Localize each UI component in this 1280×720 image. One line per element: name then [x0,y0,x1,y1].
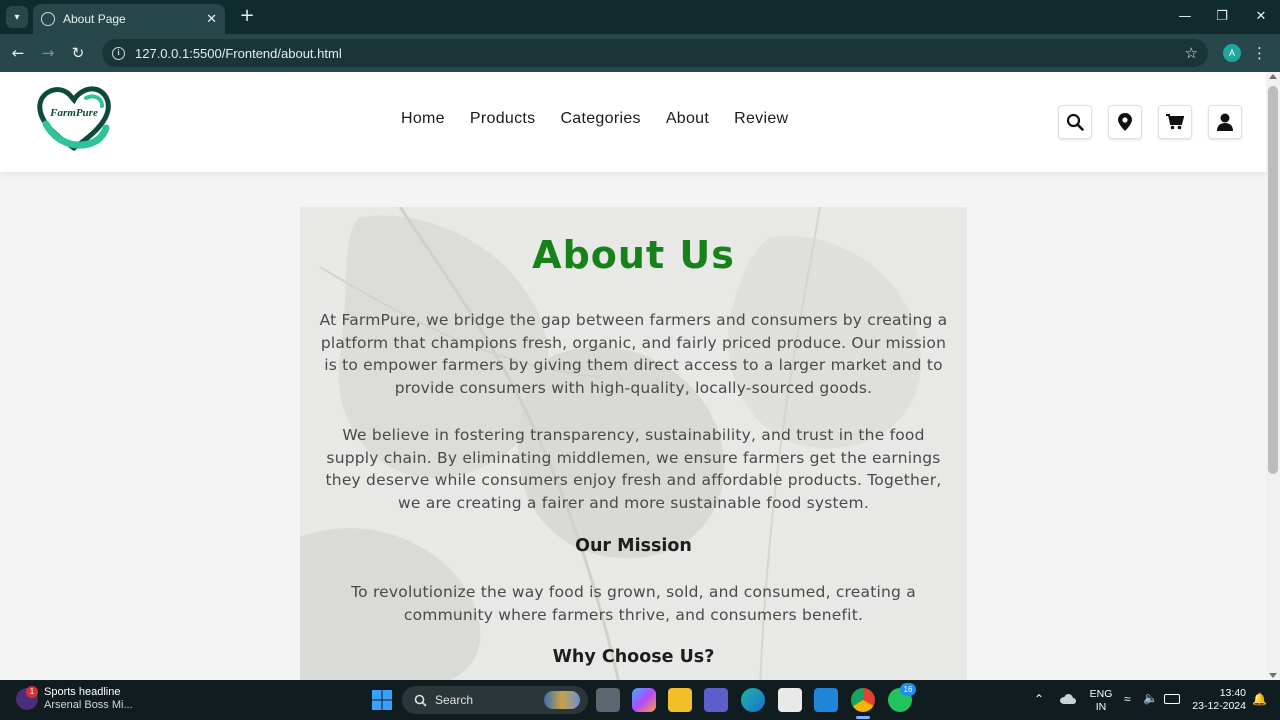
mission-text: To revolutionize the way food is grown, … [351,583,916,624]
news-subtitle: Arsenal Boss Mi... [44,699,133,711]
globe-icon [41,12,55,26]
location-button[interactable] [1108,105,1142,139]
clock[interactable]: 13:40 23-12-2024 [1190,687,1246,720]
news-badge: 1 [26,686,38,698]
profile-avatar[interactable]: A [1223,44,1241,62]
back-button[interactable]: ← [7,42,29,64]
browser-menu-icon[interactable]: ⋮ [1252,42,1267,64]
task-view-icon[interactable] [596,688,620,712]
teams-icon[interactable] [704,688,728,712]
nav-categories[interactable]: Categories [560,110,640,128]
search-highlight-icon [544,691,580,709]
onedrive-icon[interactable] [1060,692,1076,706]
language-indicator[interactable]: ENG IN [1088,688,1114,720]
forward-button[interactable]: → [37,42,59,64]
site-info-icon[interactable]: i [112,46,125,60]
close-window-button[interactable]: ✕ [1248,6,1274,28]
browser-tab-bar: ▾ About Page ✕ + — ❐ ✕ [0,0,1280,34]
scroll-up-arrow-icon[interactable] [1269,74,1277,79]
account-button[interactable] [1208,105,1242,139]
bookmark-star-icon[interactable]: ☆ [1185,44,1198,62]
nav-about[interactable]: About [666,110,709,128]
nav-review[interactable]: Review [734,110,788,128]
search-label: Search [435,693,474,707]
file-explorer-icon[interactable] [668,688,692,712]
windows-taskbar: 1 Sports headline Arsenal Boss Mi... Sea… [0,680,1280,720]
volume-icon[interactable]: 🔈 [1143,691,1158,720]
about-paragraph-2: We believe in fostering transparency, su… [325,426,942,512]
region-code: IN [1095,701,1107,713]
start-button[interactable] [370,688,394,712]
logo-text: FarmPure [50,107,98,119]
chrome-icon[interactable] [851,688,875,712]
search-button[interactable] [1058,105,1092,139]
taskbar-search[interactable]: Search [402,686,588,714]
clock-date: 23-12-2024 [1192,700,1246,712]
tab-search-menu-button[interactable]: ▾ [6,6,28,28]
reload-button[interactable]: ↻ [67,42,89,64]
site-header: FarmPure Home Products Categories About … [0,72,1266,172]
news-icon: 1 [16,686,38,710]
location-pin-icon [1118,113,1132,131]
browser-toolbar: ← → ↻ i 127.0.0.1:5500/Frontend/about.ht… [0,34,1280,72]
show-hidden-icons[interactable]: ⌃ [1034,692,1044,708]
about-section: About Us At FarmPure, we bridge the gap … [300,207,967,680]
new-tab-button[interactable]: + [236,6,258,28]
vscode-icon[interactable] [814,688,838,712]
close-tab-icon[interactable]: ✕ [206,12,217,27]
search-icon [414,694,427,707]
copilot-icon[interactable] [632,688,656,712]
farmpure-logo[interactable]: FarmPure [36,84,112,152]
news-title: Sports headline [44,686,121,698]
cart-icon [1166,114,1184,130]
restore-button[interactable]: ❐ [1209,6,1235,28]
wifi-icon[interactable]: ≈ [1124,692,1131,720]
whatsapp-icon[interactable]: 16 [888,683,916,712]
clock-time: 13:40 [1219,687,1246,699]
tab-title: About Page [63,12,126,26]
about-title: About Us [532,233,735,277]
notification-bell-icon[interactable]: 🔔 [1252,692,1267,720]
minimize-button[interactable]: — [1172,6,1198,28]
scrollbar-thumb[interactable] [1268,86,1278,474]
mission-heading: Our Mission [575,536,692,556]
microsoft-store-icon[interactable] [778,688,802,712]
whatsapp-badge: 16 [900,683,916,696]
nav-products[interactable]: Products [470,110,536,128]
edge-icon[interactable] [741,688,765,712]
news-widget[interactable]: 1 Sports headline Arsenal Boss Mi... [16,686,133,712]
url-text[interactable]: 127.0.0.1:5500/Frontend/about.html [135,46,1185,61]
battery-icon[interactable] [1164,694,1180,704]
chrome-active-indicator [856,716,870,719]
active-tab[interactable]: About Page ✕ [33,4,225,34]
windows-logo-icon [372,690,392,710]
why-choose-us-heading: Why Choose Us? [552,647,715,667]
cart-button[interactable] [1158,105,1192,139]
page-viewport: FarmPure Home Products Categories About … [0,72,1280,680]
main-nav: Home Products Categories About Review [401,110,788,128]
about-paragraph-1: At FarmPure, we bridge the gap between f… [319,311,948,397]
nav-home[interactable]: Home [401,110,445,128]
language-code: ENG [1089,688,1113,700]
address-bar[interactable]: i 127.0.0.1:5500/Frontend/about.html ☆ [102,39,1208,67]
page-scrollbar[interactable] [1266,72,1280,680]
user-icon [1217,113,1233,131]
search-icon [1066,113,1084,131]
scroll-down-arrow-icon[interactable] [1269,673,1277,678]
